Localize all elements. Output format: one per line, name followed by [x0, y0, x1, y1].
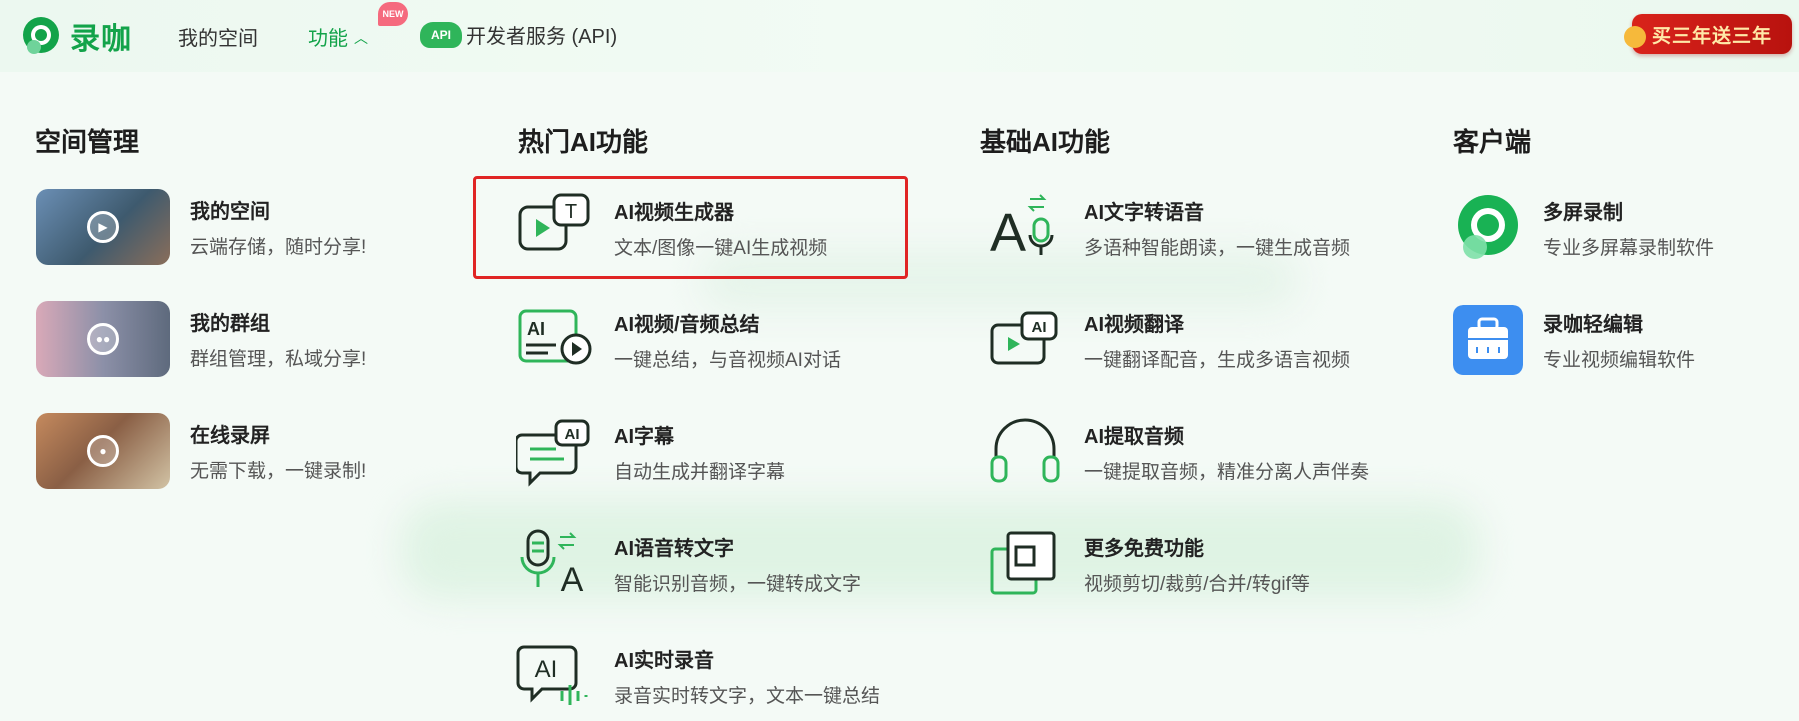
column-title-client: 客户端	[1453, 127, 1532, 157]
column-title-space: 空间管理	[35, 127, 140, 157]
column-title-basic-ai: 基础AI功能	[980, 127, 1111, 157]
my-space-thumbnail: ▶	[36, 189, 170, 265]
logo-icon	[23, 17, 59, 54]
light-editor-icon	[1453, 305, 1523, 375]
menu-item-extract-audio[interactable]: AI提取音频 一键提取音频，精准分离人声伴奏	[986, 413, 1369, 491]
group-icon: ●●	[87, 323, 119, 355]
menu-item-realtime-recording[interactable]: AI AI实时录音 录音实时转文字，文本一键总结	[516, 637, 880, 715]
nav-developer-api[interactable]: API 开发者服务 (API)	[420, 20, 617, 49]
menu-item-desc: 群组管理，私域分享!	[190, 349, 367, 370]
video-translate-icon: AI	[990, 311, 1058, 365]
menu-item-title: 更多免费功能	[1084, 538, 1204, 560]
menu-item-title: AI提取音频	[1084, 426, 1184, 448]
text-to-speech-icon: A	[990, 194, 1054, 263]
menu-item-desc: 文本/图像一键AI生成视频	[614, 238, 828, 259]
new-badge: NEW	[378, 2, 408, 26]
nav-developer-label: 开发者服务 (API)	[466, 26, 618, 48]
menu-item-ai-subtitle[interactable]: AI AI字幕 自动生成并翻译字幕	[516, 413, 785, 491]
nav-features[interactable]: 功能 ︿	[308, 22, 368, 51]
menu-item-desc: 云端存储，随时分享!	[190, 237, 367, 258]
ai-video-generator-icon: T	[518, 193, 590, 251]
logo-text: 录咖	[70, 23, 132, 56]
menu-item-video-translate[interactable]: AI AI视频翻译 一键翻译配音，生成多语言视频	[986, 301, 1350, 379]
menu-item-speech-to-text[interactable]: A AI语音转文字 智能识别音频，一键转成文字	[516, 525, 861, 603]
menu-item-ai-video-generator[interactable]: T AI视频生成器 文本/图像一键AI生成视频	[516, 189, 827, 267]
menu-item-title: AI字幕	[614, 426, 674, 448]
api-badge-icon: API	[420, 21, 462, 48]
speech-to-text-icon: A	[520, 529, 584, 599]
realtime-recording-icon: AI	[516, 645, 588, 705]
online-record-thumbnail: ●	[36, 413, 170, 489]
record-icon: ●	[87, 435, 119, 467]
menu-item-desc: 一键提取音频，精准分离人声伴奏	[1084, 462, 1370, 483]
menu-item-title: 在线录屏	[190, 425, 270, 447]
top-navigation-bar: 录咖 我的空间 功能 ︿ NEW API 开发者服务 (API) 买三年送三年	[0, 0, 1799, 72]
chevron-up-icon: ︿	[354, 30, 368, 46]
menu-item-desc: 自动生成并翻译字幕	[614, 462, 786, 483]
menu-item-desc: 录音实时转文字，文本一键总结	[614, 686, 881, 707]
menu-item-title: AI文字转语音	[1084, 202, 1204, 224]
menu-item-title: 录咖轻编辑	[1543, 314, 1643, 336]
multi-screen-record-icon	[1458, 195, 1518, 259]
menu-item-title: 多屏录制	[1543, 202, 1623, 224]
logo[interactable]: 录咖	[20, 14, 132, 58]
svg-text:T: T	[565, 201, 577, 223]
menu-item-desc: 无需下载，一键录制!	[190, 461, 367, 482]
ai-summary-icon: AI	[518, 309, 592, 365]
menu-item-title: 我的空间	[190, 201, 270, 223]
headphones-icon	[990, 418, 1060, 483]
menu-item-desc: 专业视频编辑软件	[1543, 350, 1696, 371]
menu-item-desc: 专业多屏幕录制软件	[1543, 238, 1715, 259]
menu-item-light-editor[interactable]: 录咖轻编辑 专业视频编辑软件	[1453, 305, 1695, 375]
menu-item-title: AI视频/音频总结	[614, 314, 760, 336]
menu-item-text-to-speech[interactable]: A AI文字转语音 多语种智能朗读，一键生成音频	[986, 189, 1350, 267]
play-icon: ▶	[87, 211, 119, 243]
svg-text:AI: AI	[535, 656, 558, 683]
menu-item-more-features[interactable]: 更多免费功能 视频剪切/裁剪/合并/转gif等	[986, 525, 1310, 603]
menu-item-desc: 多语种智能朗读，一键生成音频	[1084, 238, 1351, 259]
menu-item-title: AI语音转文字	[614, 538, 734, 560]
my-group-thumbnail: ●●	[36, 301, 170, 377]
menu-item-online-record[interactable]: ● 在线录屏 无需下载，一键录制!	[36, 413, 366, 489]
menu-item-desc: 智能识别音频，一键转成文字	[614, 574, 862, 595]
promo-banner[interactable]: 买三年送三年	[1624, 14, 1792, 54]
ai-subtitle-icon: AI	[516, 419, 590, 487]
menu-item-desc: 视频剪切/裁剪/合并/转gif等	[1084, 574, 1310, 595]
menu-item-my-space[interactable]: ▶ 我的空间 云端存储，随时分享!	[36, 189, 366, 265]
menu-item-title: AI视频翻译	[1084, 314, 1184, 336]
menu-item-desc: 一键翻译配音，生成多语言视频	[1084, 350, 1351, 371]
nav-my-space[interactable]: 我的空间	[178, 22, 258, 51]
menu-item-my-group[interactable]: ●● 我的群组 群组管理，私域分享!	[36, 301, 366, 377]
more-features-icon	[990, 531, 1056, 595]
svg-text:A: A	[990, 203, 1026, 263]
svg-text:A: A	[561, 561, 584, 599]
menu-item-ai-summary[interactable]: AI AI视频/音频总结 一键总结，与音视频AI对话	[516, 301, 841, 379]
menu-item-title: AI实时录音	[614, 650, 714, 672]
gift-icon	[1624, 26, 1646, 48]
menu-item-title: 我的群组	[190, 313, 270, 335]
menu-item-multi-screen-record[interactable]: 多屏录制 专业多屏幕录制软件	[1453, 193, 1714, 263]
column-title-hot-ai: 热门AI功能	[518, 127, 649, 157]
nav-features-label: 功能	[308, 28, 348, 50]
menu-item-title: AI视频生成器	[614, 202, 734, 224]
svg-text:AI: AI	[1032, 319, 1047, 336]
menu-item-desc: 一键总结，与音视频AI对话	[614, 350, 841, 371]
svg-text:AI: AI	[565, 426, 580, 443]
promo-text: 买三年送三年	[1651, 25, 1772, 47]
svg-text:AI: AI	[527, 319, 545, 339]
